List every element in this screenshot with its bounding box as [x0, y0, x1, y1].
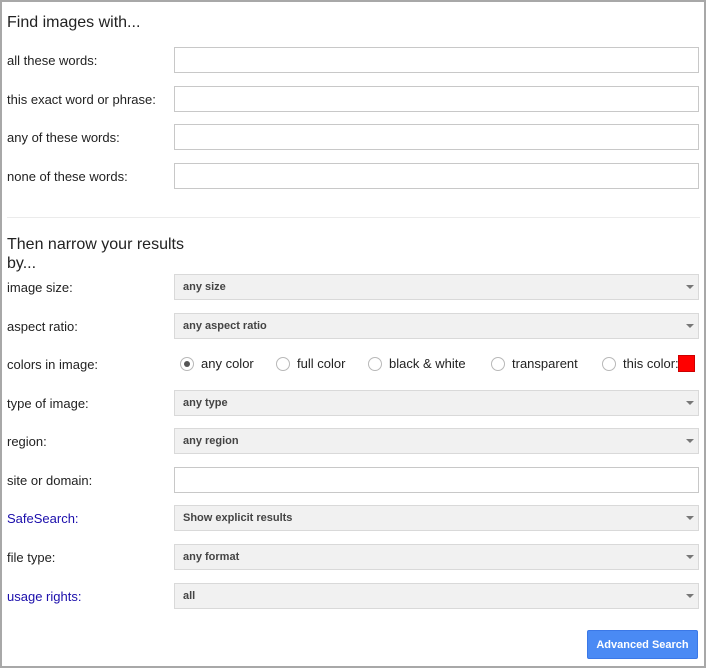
- region-value: any region: [183, 435, 239, 447]
- narrow-results-heading-line2: by...: [7, 255, 37, 272]
- exact-phrase-label: this exact word or phrase:: [7, 92, 156, 107]
- dropdown-arrow-icon: [686, 516, 694, 520]
- aspect-ratio-label: aspect ratio:: [7, 319, 78, 334]
- radio-checked-icon: [180, 357, 194, 371]
- colors-label: colors in image:: [7, 357, 99, 372]
- dropdown-arrow-icon: [686, 439, 694, 443]
- safesearch-select[interactable]: Show explicit results: [174, 505, 699, 531]
- section-divider: [7, 217, 700, 218]
- all-words-input[interactable]: [174, 47, 699, 73]
- radio-unchecked-icon: [276, 357, 290, 371]
- aspect-ratio-value: any aspect ratio: [183, 320, 267, 332]
- region-select[interactable]: any region: [174, 428, 699, 454]
- type-of-image-value: any type: [183, 397, 228, 409]
- none-words-input[interactable]: [174, 163, 699, 189]
- all-words-label: all these words:: [7, 53, 98, 68]
- safesearch-link[interactable]: SafeSearch:: [7, 511, 79, 527]
- radio-unchecked-icon: [368, 357, 382, 371]
- color-swatch[interactable]: [678, 355, 695, 372]
- advanced-search-button[interactable]: Advanced Search: [587, 630, 698, 659]
- dropdown-arrow-icon: [686, 555, 694, 559]
- usage-rights-link[interactable]: usage rights:: [7, 589, 81, 605]
- site-domain-input[interactable]: [174, 467, 699, 493]
- color-option-label: full color: [297, 356, 346, 371]
- image-size-select[interactable]: any size: [174, 274, 699, 300]
- dropdown-arrow-icon: [686, 285, 694, 289]
- any-words-label: any of these words:: [7, 130, 120, 145]
- type-of-image-select[interactable]: any type: [174, 390, 699, 416]
- radio-unchecked-icon: [491, 357, 505, 371]
- file-type-value: any format: [183, 551, 240, 563]
- find-images-heading: Find images with...: [7, 14, 141, 31]
- color-option-label: transparent: [512, 356, 578, 371]
- color-option-label: any color: [201, 356, 254, 371]
- safesearch-value: Show explicit results: [183, 512, 293, 524]
- image-size-value: any size: [183, 281, 226, 293]
- region-label: region:: [7, 434, 47, 449]
- narrow-results-heading: Then narrow your results by...: [7, 235, 184, 273]
- color-option-label: black & white: [389, 356, 466, 371]
- dropdown-arrow-icon: [686, 324, 694, 328]
- color-option-label: this color:: [623, 356, 679, 371]
- dropdown-arrow-icon: [686, 594, 694, 598]
- advanced-image-search-panel: Find images with... all these words: thi…: [0, 0, 706, 668]
- file-type-label: file type:: [7, 550, 56, 565]
- file-type-select[interactable]: any format: [174, 544, 699, 570]
- any-words-input[interactable]: [174, 124, 699, 150]
- radio-unchecked-icon: [602, 357, 616, 371]
- exact-phrase-input[interactable]: [174, 86, 699, 112]
- usage-rights-value: all: [183, 590, 196, 602]
- none-words-label: none of these words:: [7, 169, 128, 184]
- site-domain-label: site or domain:: [7, 473, 93, 488]
- dropdown-arrow-icon: [686, 401, 694, 405]
- aspect-ratio-select[interactable]: any aspect ratio: [174, 313, 699, 339]
- narrow-results-heading-line1: Then narrow your results: [7, 236, 184, 253]
- image-size-label: image size:: [7, 280, 73, 295]
- type-of-image-label: type of image:: [7, 396, 89, 411]
- usage-rights-select[interactable]: all: [174, 583, 699, 609]
